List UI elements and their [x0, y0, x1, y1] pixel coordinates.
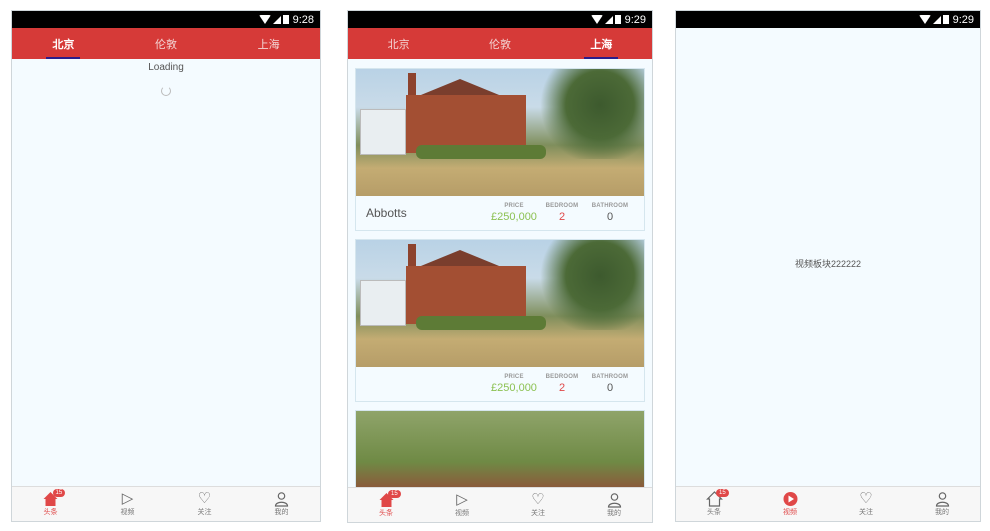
status-bar: 9:28 — [12, 11, 320, 28]
house-photo — [356, 240, 644, 367]
bathroom-stat: BATHROOM 0 — [586, 374, 634, 394]
bathroom-value: 0 — [606, 382, 614, 394]
nav-label: 我的 — [274, 509, 289, 516]
city-tab-bar: 北京 伦敦 上海 — [348, 28, 652, 59]
nav-item-video[interactable]: 视频 — [752, 487, 828, 521]
bottom-nav: 15 头条 ▷ 视频 ♡ 关注 我的 — [12, 486, 320, 521]
status-bar: 9:29 — [348, 11, 652, 28]
tab-shanghai[interactable]: 上海 — [551, 28, 652, 59]
city-tab-bar: 北京 伦敦 上海 — [12, 28, 320, 59]
battery-icon — [614, 15, 621, 24]
listing-card[interactable] — [355, 410, 645, 488]
phone-screen-listings: 9:29 北京 伦敦 上海 Abbotts PRICE £250,000 BEDR… — [347, 10, 653, 523]
tab-london[interactable]: 伦敦 — [115, 28, 218, 59]
user-icon — [607, 493, 621, 508]
nav-item-follow[interactable]: ♡ 关注 — [166, 487, 243, 521]
status-time: 9:28 — [292, 13, 314, 26]
listing-name: Abbotts — [366, 206, 407, 220]
tab-london[interactable]: 伦敦 — [449, 28, 550, 59]
phone-screen-home-loading: 9:28 北京 伦敦 上海 Loading 15 头条 ▷ 视频 ♡ 关注 我的 — [11, 10, 321, 522]
tab-beijing[interactable]: 北京 — [348, 28, 449, 59]
nav-item-follow[interactable]: ♡ 关注 — [828, 487, 904, 521]
bathroom-stat: BATHROOM 0 — [586, 203, 634, 223]
nav-label: 头条 — [379, 510, 393, 517]
bedroom-stat: BEDROOM 2 — [538, 374, 586, 394]
nav-item-headlines[interactable]: 15 头条 — [348, 488, 424, 522]
nav-label: 头条 — [43, 509, 58, 516]
user-icon — [935, 492, 949, 507]
listing-card[interactable]: PRICE £250,000 BEDROOM 2 BATHROOM 0 — [355, 239, 645, 402]
loading-text: Loading — [148, 62, 184, 73]
listing-feed[interactable]: Abbotts PRICE £250,000 BEDROOM 2 BATHROOM 0… — [348, 60, 652, 488]
notification-badge: 15 — [716, 489, 729, 497]
nav-label: 我的 — [607, 510, 621, 517]
nav-item-profile[interactable]: 我的 — [243, 487, 320, 521]
nav-item-follow[interactable]: ♡ 关注 — [500, 488, 576, 522]
listing-info: PRICE £250,000 BEDROOM 2 BATHROOM 0 — [356, 367, 644, 401]
loading-spinner-icon — [161, 86, 171, 96]
video-section-text: 视频板块222222 — [794, 259, 862, 269]
price-value: £250,000 — [491, 211, 537, 223]
wifi-icon — [590, 15, 603, 24]
house-photo — [356, 69, 644, 196]
play-icon — [783, 492, 797, 506]
notification-badge: 15 — [52, 489, 66, 497]
price-value: £250,000 — [491, 382, 537, 394]
bedroom-value: 2 — [558, 211, 566, 223]
phone-screen-video: 9:29 视频板块222222 15 头条 视频 ♡ 关注 我的 — [675, 10, 981, 522]
heart-icon: ♡ — [531, 491, 545, 508]
nav-label: 视频 — [783, 509, 797, 516]
house-photo — [356, 411, 644, 488]
nav-item-profile[interactable]: 我的 — [576, 488, 652, 522]
wifi-icon — [918, 15, 931, 24]
signal-icon — [272, 15, 281, 24]
nav-item-video[interactable]: ▷ 视频 — [89, 487, 166, 521]
bottom-nav: 15 头条 视频 ♡ 关注 我的 — [676, 486, 980, 521]
status-bar: 9:29 — [676, 11, 980, 28]
nav-label: 关注 — [859, 509, 873, 516]
wifi-icon — [258, 15, 271, 24]
battery-icon — [942, 15, 949, 24]
nav-item-profile[interactable]: 我的 — [904, 487, 980, 521]
nav-label: 视频 — [455, 510, 469, 517]
bottom-nav: 15 头条 ▷ 视频 ♡ 关注 我的 — [348, 487, 652, 522]
price-stat: PRICE £250,000 — [491, 203, 537, 223]
nav-label: 关注 — [531, 510, 545, 517]
nav-item-headlines[interactable]: 15 头条 — [12, 487, 89, 521]
signal-icon — [932, 15, 941, 24]
play-icon: ▷ — [121, 490, 134, 507]
nav-label: 关注 — [197, 509, 212, 516]
bathroom-value: 0 — [606, 211, 614, 223]
nav-label: 视频 — [120, 509, 135, 516]
nav-label: 头条 — [707, 509, 721, 516]
price-stat: PRICE £250,000 — [491, 374, 537, 394]
heart-icon: ♡ — [197, 490, 212, 507]
signal-icon — [604, 15, 613, 24]
nav-item-video[interactable]: ▷ 视频 — [424, 488, 500, 522]
listing-info: Abbotts PRICE £250,000 BEDROOM 2 BATHROOM 0 — [356, 196, 644, 230]
battery-icon — [282, 15, 289, 24]
nav-label: 我的 — [935, 509, 949, 516]
notification-badge: 15 — [388, 490, 401, 498]
bedroom-value: 2 — [558, 382, 566, 394]
tab-beijing[interactable]: 北京 — [12, 28, 115, 59]
nav-item-headlines[interactable]: 15 头条 — [676, 487, 752, 521]
user-icon — [274, 492, 289, 507]
bedroom-stat: BEDROOM 2 — [538, 203, 586, 223]
play-icon: ▷ — [456, 491, 468, 508]
tab-shanghai[interactable]: 上海 — [217, 28, 320, 59]
status-time: 9:29 — [952, 13, 974, 26]
status-time: 9:29 — [624, 13, 646, 26]
listing-card[interactable]: Abbotts PRICE £250,000 BEDROOM 2 BATHROOM 0 — [355, 68, 645, 231]
heart-icon: ♡ — [859, 490, 873, 507]
